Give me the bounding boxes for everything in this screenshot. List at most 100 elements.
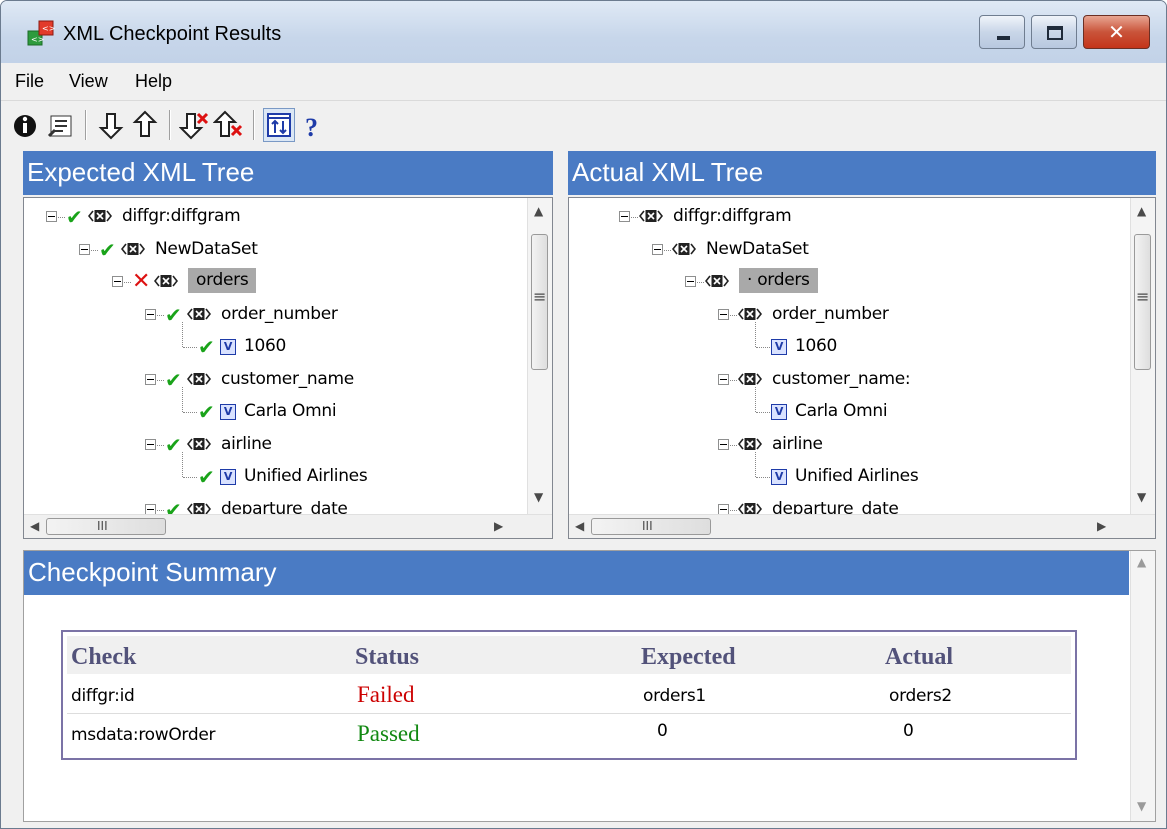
tree-value-node[interactable]: ✔ V Carla Omni bbox=[24, 387, 552, 427]
next-difference-button[interactable] bbox=[95, 108, 127, 142]
row-actual: 0 bbox=[903, 721, 914, 741]
toolbar-separator bbox=[169, 110, 171, 140]
collapse-toggle-icon[interactable] bbox=[145, 438, 156, 450]
collapse-toggle-icon[interactable] bbox=[718, 503, 729, 515]
maximize-icon bbox=[1047, 26, 1063, 40]
scroll-down-arrow-icon[interactable]: ▼ bbox=[534, 490, 543, 504]
tree-element-node[interactable]: ✔ diffgr:diffgram bbox=[24, 202, 552, 232]
collapse-toggle-icon[interactable] bbox=[145, 373, 156, 385]
xml-element-icon bbox=[187, 372, 211, 385]
menu-view[interactable]: View bbox=[69, 71, 108, 92]
title-bar[interactable]: <> <> XML Checkpoint Results ✕ bbox=[1, 1, 1166, 63]
tree-value-node[interactable]: V Unified Airlines bbox=[569, 452, 1155, 492]
collapse-toggle-icon[interactable] bbox=[145, 503, 156, 515]
scroll-up-arrow-icon[interactable]: ▲ bbox=[1137, 204, 1146, 218]
xml-element-icon bbox=[187, 307, 211, 320]
collapse-toggle-icon[interactable] bbox=[79, 243, 90, 255]
tree-element-node[interactable]: ✔ order_number bbox=[24, 300, 552, 330]
tree-node-label: airline bbox=[772, 433, 823, 454]
scroll-right-arrow-icon[interactable]: ▶ bbox=[1097, 519, 1106, 533]
tree-connector bbox=[756, 477, 770, 478]
tree-element-node[interactable]: NewDataSet bbox=[569, 235, 1155, 265]
collapse-toggle-icon[interactable] bbox=[685, 276, 696, 287]
collapse-toggle-icon[interactable] bbox=[145, 308, 156, 320]
minimize-button[interactable] bbox=[979, 15, 1025, 49]
maximize-button[interactable] bbox=[1031, 15, 1077, 49]
close-button[interactable]: ✕ bbox=[1083, 15, 1150, 49]
tree-element-node[interactable]: ✔ airline bbox=[24, 430, 552, 460]
tree-element-node[interactable]: order_number bbox=[569, 300, 1155, 330]
row-actual: orders2 bbox=[889, 686, 952, 706]
tree-value-node[interactable]: V Carla Omni bbox=[569, 387, 1155, 427]
xml-checkpoint-app-icon: <> <> bbox=[27, 20, 55, 46]
window-title: XML Checkpoint Results bbox=[63, 23, 282, 45]
table-row[interactable]: diffgr:id Failed orders1 orders2 bbox=[67, 676, 1071, 714]
horizontal-scrollbar[interactable]: ◀ III ▶ bbox=[569, 514, 1155, 538]
collapse-toggle-icon[interactable] bbox=[46, 211, 57, 222]
table-row[interactable]: msdata:rowOrder Passed 0 0 bbox=[67, 715, 1071, 753]
collapse-toggle-icon[interactable] bbox=[718, 438, 729, 450]
tree-element-node[interactable]: ✔ NewDataSet bbox=[24, 235, 552, 265]
collapse-toggle-icon[interactable] bbox=[652, 243, 663, 255]
help-button[interactable]: ? bbox=[297, 108, 329, 142]
toolbar: ? bbox=[1, 102, 1166, 150]
tree-element-node[interactable]: customer_name: bbox=[569, 365, 1155, 395]
vertical-scroll-thumb[interactable]: ≡ bbox=[531, 234, 548, 370]
horizontal-scroll-thumb[interactable]: III bbox=[46, 518, 166, 535]
next-failure-button[interactable] bbox=[178, 108, 211, 142]
previous-failure-button[interactable] bbox=[212, 108, 245, 142]
previous-difference-button[interactable] bbox=[129, 108, 161, 142]
scroll-left-arrow-icon[interactable]: ◀ bbox=[575, 519, 584, 533]
tree-element-node[interactable]: · orders bbox=[569, 267, 1155, 297]
toolbar-separator bbox=[253, 110, 255, 140]
vertical-scrollbar[interactable]: ▲ ≡ ▼ bbox=[527, 198, 552, 514]
scroll-grip-icon: ≡ bbox=[533, 287, 547, 306]
tree-connector bbox=[183, 347, 197, 348]
previous-difference-icon bbox=[132, 110, 158, 137]
tree-node-label: diffgr:diffgram bbox=[673, 206, 792, 226]
xml-element-icon bbox=[88, 210, 112, 222]
vertical-scrollbar[interactable]: ▲ ≡ ▼ bbox=[1130, 198, 1155, 514]
properties-button[interactable] bbox=[45, 108, 77, 142]
tree-value-node[interactable]: V 1060 bbox=[569, 322, 1155, 362]
tree-value-node[interactable]: ✔ V Unified Airlines bbox=[24, 452, 552, 492]
actual-xml-tree[interactable]: diffgr:diffgram NewDataSet · orders order_n… bbox=[568, 197, 1156, 539]
tree-node-label: order_number bbox=[221, 303, 338, 324]
scroll-left-arrow-icon[interactable]: ◀ bbox=[30, 519, 39, 533]
summary-vertical-scrollbar[interactable]: ▲ ▼ bbox=[1130, 551, 1155, 821]
scroll-down-arrow-icon[interactable]: ▼ bbox=[1137, 490, 1146, 504]
scroll-up-arrow-icon[interactable]: ▲ bbox=[534, 204, 543, 218]
passed-check-icon: ✔ bbox=[198, 335, 215, 359]
tree-node-label: NewDataSet bbox=[155, 238, 258, 259]
tree-connector bbox=[755, 452, 756, 477]
tree-value-node[interactable]: ✔ V 1060 bbox=[24, 322, 552, 362]
menu-help[interactable]: Help bbox=[135, 71, 172, 92]
collapse-toggle-icon[interactable] bbox=[718, 373, 729, 385]
collapse-toggle-icon[interactable] bbox=[718, 308, 729, 320]
row-check: diffgr:id bbox=[71, 686, 135, 706]
minimize-icon bbox=[997, 36, 1010, 40]
info-button[interactable] bbox=[9, 108, 41, 142]
xml-element-icon bbox=[187, 437, 211, 450]
tree-element-node[interactable]: airline bbox=[569, 430, 1155, 460]
xml-value-icon: V bbox=[220, 404, 236, 420]
xml-element-icon bbox=[154, 275, 178, 287]
tree-element-node[interactable]: ✔ customer_name bbox=[24, 365, 552, 395]
row-check: msdata:rowOrder bbox=[71, 725, 216, 745]
tree-element-node[interactable]: ✕ orders bbox=[24, 267, 552, 297]
vertical-scroll-thumb[interactable]: ≡ bbox=[1134, 234, 1151, 370]
menu-bar: File View Help bbox=[1, 63, 1166, 101]
xml-element-icon bbox=[738, 307, 762, 320]
tree-element-node[interactable]: diffgr:diffgram bbox=[569, 202, 1155, 232]
horizontal-scrollbar[interactable]: ◀ III ▶ bbox=[24, 514, 552, 538]
scroll-right-arrow-icon[interactable]: ▶ bbox=[494, 519, 503, 533]
scroll-up-arrow-icon[interactable]: ▲ bbox=[1137, 555, 1146, 569]
collapse-toggle-icon[interactable] bbox=[619, 211, 630, 222]
collapse-toggle-icon[interactable] bbox=[112, 276, 123, 287]
xml-element-icon bbox=[705, 275, 729, 287]
menu-file[interactable]: File bbox=[15, 71, 44, 92]
horizontal-scroll-thumb[interactable]: III bbox=[591, 518, 711, 535]
sync-trees-button[interactable] bbox=[263, 108, 295, 142]
expected-xml-tree[interactable]: ✔ diffgr:diffgram ✔ NewDataSet ✕ orders ✔ order… bbox=[23, 197, 553, 539]
scroll-down-arrow-icon[interactable]: ▼ bbox=[1137, 799, 1146, 813]
